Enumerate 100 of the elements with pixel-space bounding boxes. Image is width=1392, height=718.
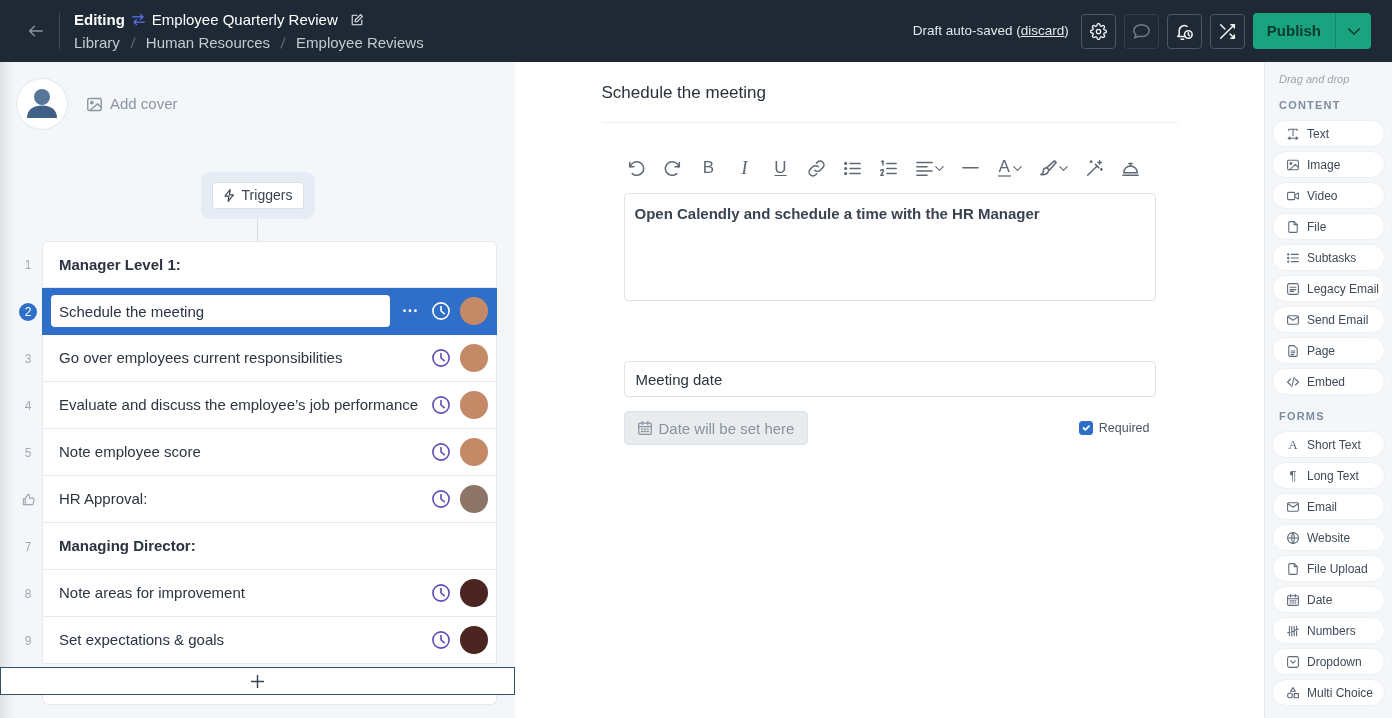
bell-clock-icon: [1175, 22, 1193, 40]
code-icon: [1287, 375, 1299, 388]
group-heading: CONTENT: [1278, 98, 1342, 112]
block-item[interactable]: Legacy Email: [1272, 275, 1385, 302]
editor-text: Open Calendly and schedule a time with the HR Manager: [634, 204, 1041, 224]
back-arrow-icon[interactable]: [28, 23, 44, 39]
text-color-button[interactable]: A: [993, 155, 1026, 181]
step-title: Go over employees current responsibilities: [59, 349, 344, 367]
step-number: 5: [24, 444, 32, 462]
numbered-list-icon: [880, 159, 897, 177]
slash-separator-icon: [129, 36, 136, 49]
step-row[interactable]: Go over employees current responsibilities: [42, 335, 497, 382]
globe-icon: [1287, 531, 1299, 544]
text-icon: [1287, 127, 1299, 140]
plus-icon: [251, 674, 264, 688]
align-left-icon: [915, 159, 933, 177]
step-row[interactable]: Evaluate and discuss the employee’s job performance: [42, 382, 497, 429]
settings-icon: [1089, 22, 1107, 40]
chevron-box-icon: [1287, 655, 1299, 668]
block-item[interactable]: Video: [1272, 182, 1385, 209]
required-label: Required: [1098, 419, 1150, 437]
step-row[interactable]: Manager Level 1:: [42, 241, 497, 288]
shapes-icon: [1287, 686, 1299, 699]
magic-wand-icon: [1086, 159, 1104, 177]
section-heading: Manager Level 1:: [59, 255, 182, 274]
clock-icon[interactable]: [432, 631, 450, 649]
bold-button[interactable]: B: [695, 155, 722, 181]
autosave-status: Draft auto-saved (discard): [912, 21, 1069, 40]
redo-icon: [664, 159, 681, 177]
shuffle-icon: [1218, 22, 1236, 40]
clock-icon[interactable]: [432, 443, 450, 461]
edit-icon[interactable]: [350, 13, 363, 26]
image-icon: [1287, 158, 1299, 171]
step-title: Note employee score: [59, 443, 202, 461]
reminders-button[interactable]: [1166, 13, 1202, 49]
block-item[interactable]: A Short Text: [1272, 431, 1385, 458]
block-item[interactable]: Website: [1272, 524, 1385, 551]
block-item[interactable]: File Upload: [1272, 555, 1385, 582]
assignee-avatar[interactable]: [460, 579, 488, 607]
letter-a-icon: A: [1287, 438, 1299, 451]
block-item[interactable]: File: [1272, 213, 1385, 240]
step-row[interactable]: Set expectations & goals: [42, 617, 497, 664]
list-icon: [1287, 251, 1299, 264]
block-item[interactable]: Subtasks: [1272, 244, 1385, 271]
clock-icon[interactable]: [432, 584, 450, 602]
step-row[interactable]: Note employee score: [42, 429, 497, 476]
calendar-icon: [1287, 593, 1299, 606]
drag-hint: Drag and drop: [1278, 72, 1351, 86]
breadcrumb-link[interactable]: Library: [74, 33, 120, 52]
text-editor[interactable]: Open Calendly and schedule a time with the HR Manager: [623, 193, 1156, 301]
step-title-field[interactable]: Schedule the meeting: [51, 295, 390, 327]
block-item[interactable]: Numbers: [1272, 617, 1385, 644]
pilcrow-icon: ¶: [1287, 469, 1299, 482]
block-item[interactable]: Page: [1272, 337, 1385, 364]
chevron-down-icon: [1347, 27, 1360, 35]
block-item[interactable]: Image: [1272, 151, 1385, 178]
user-silhouette-icon[interactable]: [16, 78, 68, 130]
block-item[interactable]: ¶ Long Text: [1272, 462, 1385, 489]
step-title: Note areas for improvement: [59, 584, 246, 602]
clock-icon[interactable]: [432, 490, 450, 508]
block-item[interactable]: Multi Choice: [1272, 679, 1385, 706]
group-heading: FORMS: [1278, 409, 1326, 423]
block-item[interactable]: Embed: [1272, 368, 1385, 395]
step-number: 1: [24, 256, 32, 274]
link-icon: [808, 159, 825, 177]
italic-button[interactable]: I: [731, 155, 758, 181]
publish-button[interactable]: Publish: [1252, 13, 1335, 49]
mode-label: Editing: [74, 10, 125, 29]
block-item[interactable]: Date: [1272, 586, 1385, 613]
step-row[interactable]: Schedule the meeting: [42, 288, 497, 335]
envelope-icon: [1287, 500, 1299, 513]
block-item[interactable]: Text: [1272, 120, 1385, 147]
triggers-button[interactable]: Triggers: [211, 182, 304, 209]
bullet-list-icon: [844, 159, 861, 177]
assignee-avatar[interactable]: [460, 626, 488, 654]
step-row[interactable]: Managing Director:: [42, 523, 497, 570]
breadcrumb-link[interactable]: Employee Reviews: [296, 33, 424, 52]
calendar-icon: [637, 421, 652, 435]
settings-button[interactable]: [1080, 13, 1116, 49]
step-title: Evaluate and discuss the employee’s job performance: [59, 396, 420, 414]
block-item[interactable]: Send Email: [1272, 306, 1385, 333]
add-step-button[interactable]: [0, 667, 515, 695]
document-icon: [1287, 344, 1299, 357]
image-icon: [87, 96, 102, 112]
step-row[interactable]: HR Approval:: [42, 476, 497, 523]
block-item[interactable]: Dropdown: [1272, 648, 1385, 675]
block-item[interactable]: Email: [1272, 493, 1385, 520]
clock-icon[interactable]: [432, 396, 450, 414]
step-row[interactable]: Note areas for improvement: [42, 570, 497, 617]
underline-button[interactable]: U: [767, 155, 794, 181]
horizontal-line-icon: [962, 166, 979, 170]
breadcrumb-link[interactable]: Human Resources: [145, 33, 271, 52]
step-number: 2: [19, 302, 37, 321]
more-icon[interactable]: [403, 309, 417, 313]
shuffle-button[interactable]: [1209, 13, 1245, 49]
clock-icon[interactable]: [432, 349, 450, 367]
file-icon: [1287, 220, 1299, 233]
step-heading: Schedule the meeting: [601, 82, 767, 104]
undo-icon: [628, 159, 645, 177]
step-title: HR Approval:: [59, 490, 149, 508]
